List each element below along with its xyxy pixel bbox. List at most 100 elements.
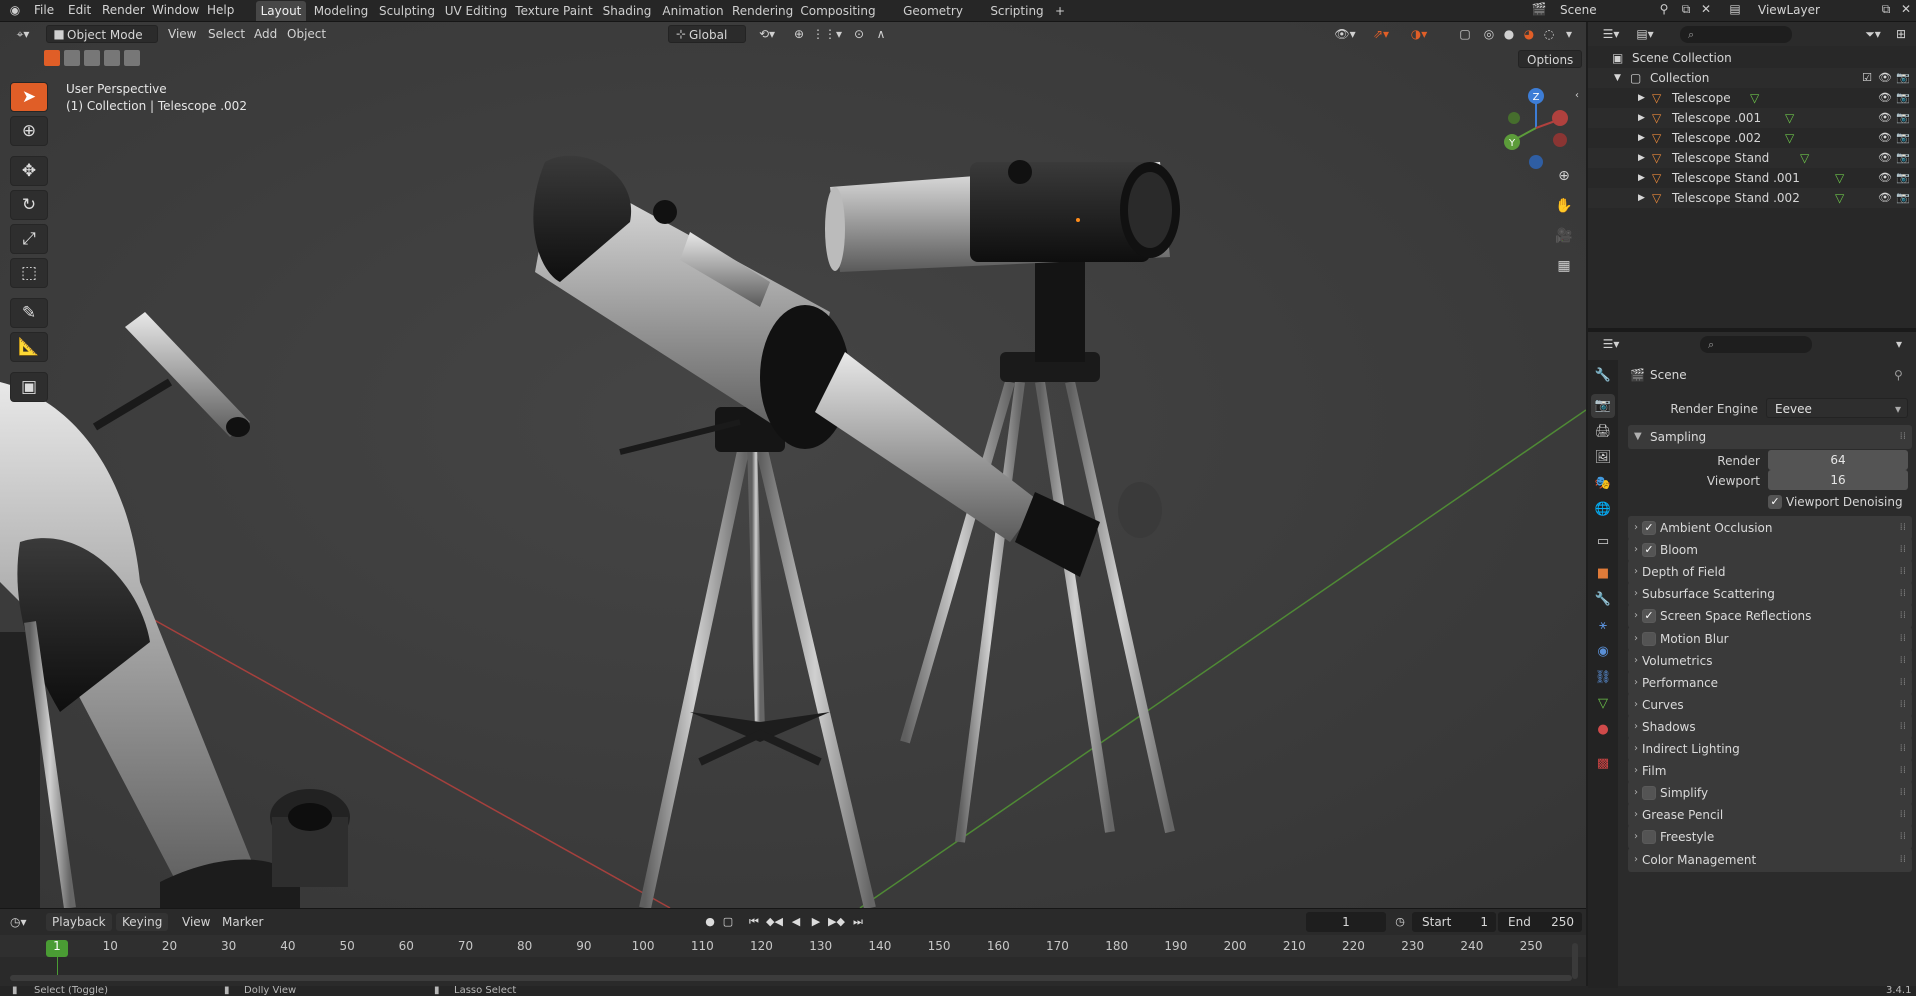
tab-shading[interactable]: Shading: [600, 1, 654, 21]
panel-ambient-occlusion[interactable]: › ✓ Ambient Occlusion ⁞⁞: [1628, 516, 1912, 540]
panel-depth-of-field[interactable]: › Depth of Field ⁞⁞: [1628, 560, 1912, 585]
transform-tool-icon[interactable]: ⬚: [10, 258, 48, 288]
drag-handle-icon[interactable]: ⁞⁞: [1900, 560, 1906, 584]
menu-edit[interactable]: Edit: [68, 1, 91, 19]
panel-motion-blur[interactable]: › Motion Blur ⁞⁞: [1628, 626, 1912, 651]
subtract-selection-icon[interactable]: [84, 50, 100, 66]
render-tab-icon[interactable]: 📷: [1591, 394, 1615, 418]
outliner-object-row[interactable]: ▶ ▽ Telescope Stand .001 👁 📷 ▽: [1588, 168, 1916, 188]
tab-layout[interactable]: Layout: [256, 1, 306, 21]
tool-tab-icon[interactable]: 🔧: [1591, 364, 1615, 388]
mesh-data-icon[interactable]: ▽: [1835, 188, 1844, 208]
panel-subsurface-scattering[interactable]: › Subsurface Scattering ⁞⁞: [1628, 582, 1912, 607]
properties-search-input[interactable]: ⌕: [1700, 336, 1812, 353]
drag-handle-icon[interactable]: ⁞⁞: [1900, 759, 1906, 783]
move-tool-icon[interactable]: ✥: [10, 156, 48, 186]
material-shading-icon[interactable]: ◕: [1518, 25, 1540, 43]
tab-uv-editing[interactable]: UV Editing: [444, 1, 508, 21]
add-workspace-button[interactable]: +: [1050, 1, 1070, 21]
eye-icon[interactable]: 👁: [1878, 148, 1892, 168]
tab-geometry-nodes[interactable]: Geometry Nodes: [884, 1, 982, 38]
expand-arrow-icon[interactable]: ▶: [1638, 148, 1645, 168]
eye-icon[interactable]: 👁: [1878, 88, 1892, 108]
auto-keying-icon[interactable]: ●: [702, 914, 718, 930]
eye-icon[interactable]: 👁: [1878, 168, 1892, 188]
rendered-shading-icon[interactable]: ◌: [1538, 25, 1560, 43]
camera-view-icon[interactable]: 🎥: [1552, 224, 1576, 248]
timeline-scrollbar-h[interactable]: [10, 975, 1572, 981]
tab-rendering[interactable]: Rendering: [732, 1, 793, 21]
panel-freestyle[interactable]: › Freestyle ⁞⁞: [1628, 825, 1912, 850]
menu-help[interactable]: Help: [207, 1, 234, 19]
drag-handle-icon[interactable]: ⁞⁞: [1900, 803, 1906, 827]
visibility-icon[interactable]: 👁▾: [1330, 25, 1360, 43]
panel-enable-checkbox[interactable]: [1642, 631, 1656, 646]
expand-arrow-icon[interactable]: ▶: [1638, 88, 1645, 108]
menu-select[interactable]: Select: [208, 25, 245, 43]
properties-options-icon[interactable]: ▾: [1888, 335, 1910, 353]
menu-view[interactable]: View: [168, 25, 196, 43]
add-cube-tool-icon[interactable]: ▣: [10, 372, 48, 402]
intersect-selection-icon[interactable]: [124, 50, 140, 66]
drag-handle-icon[interactable]: ⁞⁞: [1900, 604, 1906, 628]
object-tab-icon[interactable]: ■: [1591, 562, 1615, 586]
panel-film[interactable]: › Film ⁞⁞: [1628, 759, 1912, 784]
properties-editor-type-icon[interactable]: ☰▾: [1596, 335, 1626, 353]
texture-tab-icon[interactable]: ▩: [1591, 752, 1615, 776]
outliner-object-row[interactable]: ▶ ▽ Telescope .001 👁 📷 ▽: [1588, 108, 1916, 128]
current-frame-field[interactable]: 1: [1306, 912, 1386, 932]
rotate-tool-icon[interactable]: ↻: [10, 190, 48, 220]
scene-tab-icon[interactable]: 🎭: [1591, 472, 1615, 496]
outliner-object-row[interactable]: ▶ ▽ Telescope .002 👁 📷 ▽: [1588, 128, 1916, 148]
panel-curves[interactable]: › Curves ⁞⁞: [1628, 692, 1912, 717]
drag-handle-icon[interactable]: ⁞⁞: [1900, 516, 1906, 540]
3d-viewport[interactable]: ⌖▾ Object Mode ■ View Select Add Object …: [0, 22, 1586, 908]
panel-enable-checkbox[interactable]: [1642, 786, 1656, 801]
eye-icon[interactable]: 👁: [1878, 188, 1892, 208]
outliner-object-row[interactable]: ▶ ▽ Telescope Stand .002 👁 📷 ▽: [1588, 188, 1916, 208]
falloff-icon[interactable]: ∧: [870, 25, 892, 43]
timeline-view-menu[interactable]: View: [182, 913, 210, 931]
play-icon[interactable]: ▶: [808, 914, 824, 930]
panel-enable-checkbox[interactable]: [1642, 830, 1656, 845]
drag-handle-icon[interactable]: ⁞⁞: [1900, 582, 1906, 606]
outliner-search-input[interactable]: ⌕: [1680, 26, 1792, 43]
view-layer-icon[interactable]: ▤: [1724, 0, 1746, 18]
wireframe-shading-icon[interactable]: ◎: [1478, 25, 1500, 43]
view-layer-name[interactable]: ViewLayer: [1758, 1, 1820, 19]
menu-window[interactable]: Window: [152, 1, 199, 19]
overlays-icon[interactable]: ◑▾: [1404, 25, 1434, 43]
end-frame-field[interactable]: End 250: [1498, 912, 1582, 932]
panel-screen-space-reflections[interactable]: › ✓ Screen Space Reflections ⁞⁞: [1628, 604, 1912, 629]
jump-end-icon[interactable]: ⏭: [850, 914, 866, 930]
invert-selection-icon[interactable]: [104, 50, 120, 66]
timeline-marker-menu[interactable]: Marker: [222, 913, 263, 931]
mesh-data-icon[interactable]: ▽: [1750, 88, 1759, 108]
drag-handle-icon[interactable]: ⁞⁞: [1900, 671, 1906, 695]
pin-icon[interactable]: ⚲: [1656, 0, 1672, 18]
render-samples-field[interactable]: 64: [1768, 450, 1908, 470]
remove-view-layer-icon[interactable]: ✕: [1898, 0, 1914, 18]
drag-handle-icon[interactable]: ⁞⁞: [1900, 627, 1906, 651]
panel-enable-checkbox[interactable]: ✓: [1642, 521, 1656, 535]
viewport-denoising-checkbox[interactable]: ✓: [1768, 495, 1782, 509]
output-tab-icon[interactable]: 🖨: [1591, 420, 1615, 444]
pan-hand-icon[interactable]: ✋: [1552, 194, 1576, 218]
eye-icon[interactable]: 👁: [1878, 68, 1892, 88]
menu-render[interactable]: Render: [102, 1, 145, 19]
expand-arrow-icon[interactable]: ▶: [1638, 188, 1645, 208]
expand-arrow-icon[interactable]: ▶: [1638, 128, 1645, 148]
menu-file[interactable]: File: [34, 1, 54, 19]
expand-arrow-icon[interactable]: ▶: [1638, 108, 1645, 128]
display-mode-icon[interactable]: ▤▾: [1630, 25, 1660, 43]
collection-tab-icon[interactable]: ▭: [1591, 530, 1615, 554]
keying-set-icon[interactable]: ▢: [720, 914, 736, 930]
camera-icon[interactable]: 📷: [1896, 188, 1910, 208]
drag-handle-icon[interactable]: ⁞⁞: [1900, 848, 1906, 872]
eye-icon[interactable]: 👁: [1878, 108, 1892, 128]
set-selection-icon[interactable]: [44, 50, 60, 66]
proportional-editing-icon[interactable]: ⊙: [848, 25, 870, 43]
pin-context-icon[interactable]: ⚲: [1894, 368, 1903, 382]
menu-add[interactable]: Add: [254, 25, 277, 43]
select-tool-icon[interactable]: ➤: [10, 82, 48, 112]
